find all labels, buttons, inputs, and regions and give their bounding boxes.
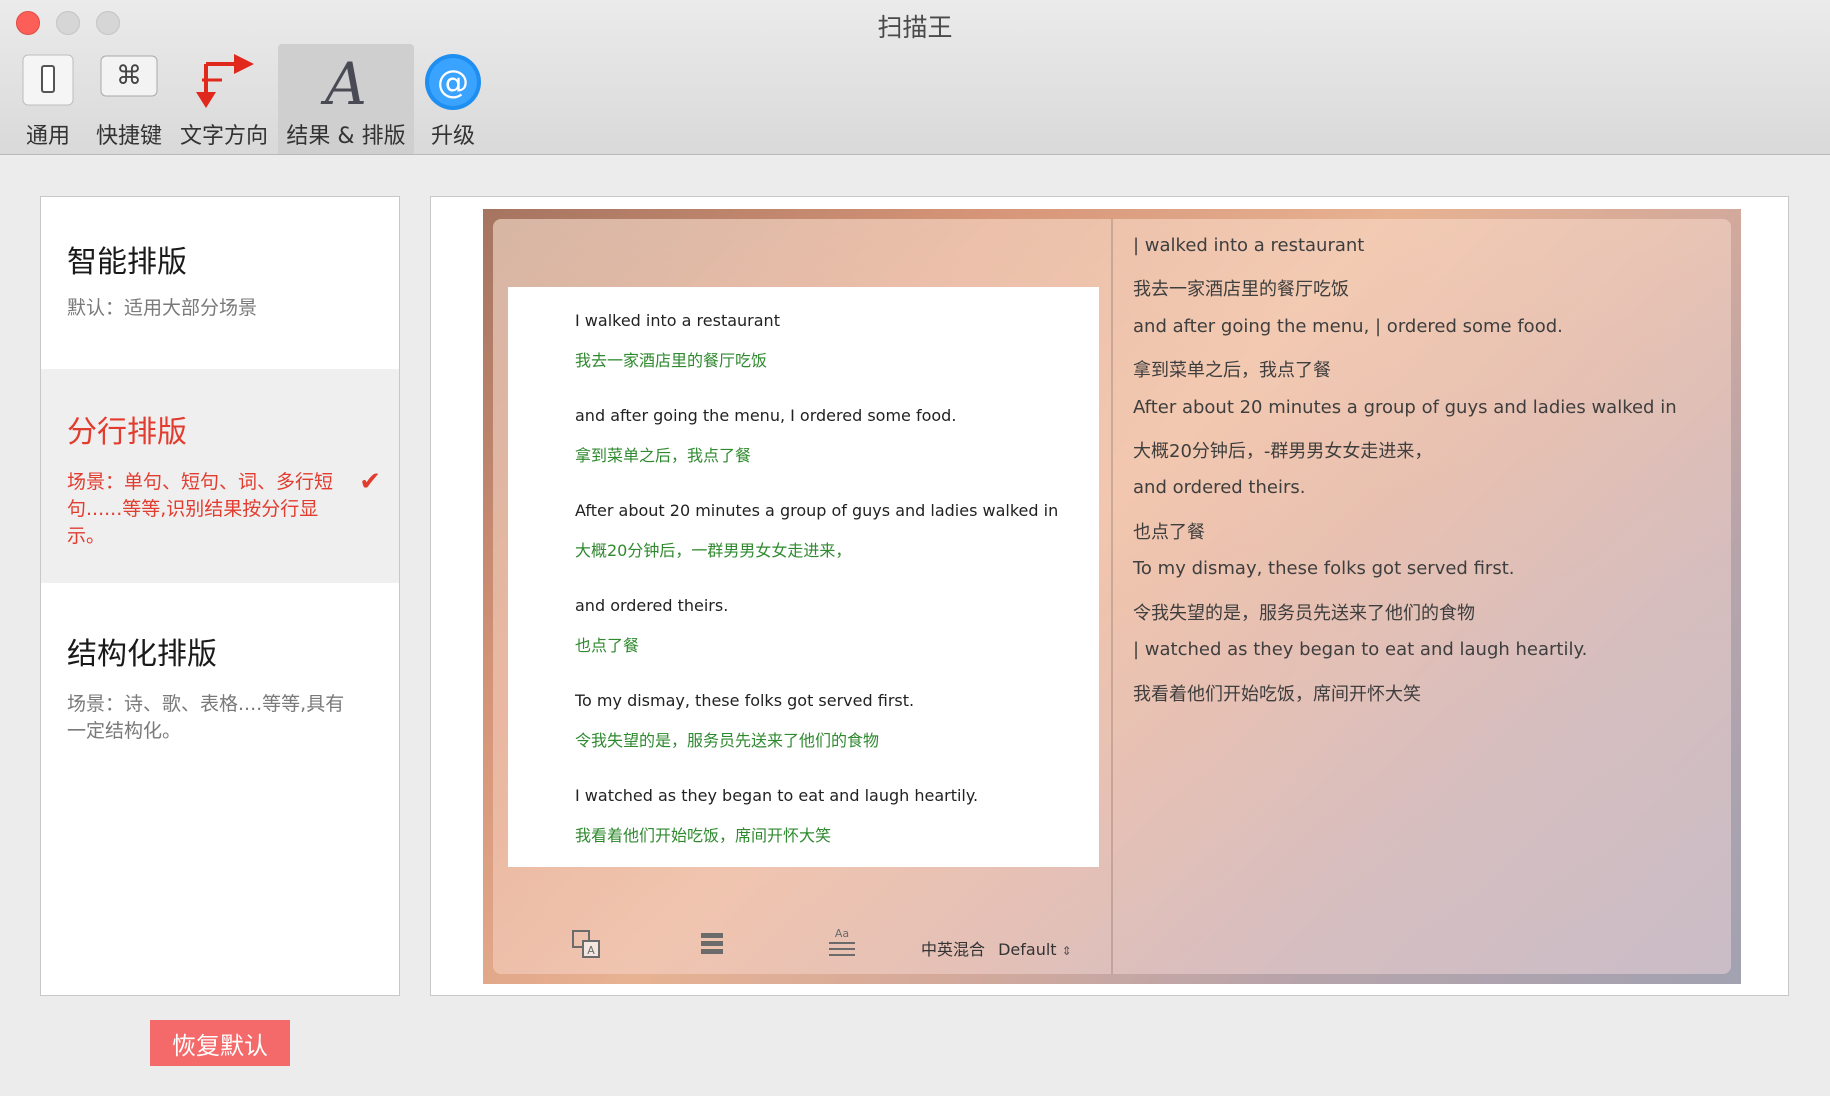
result-chinese: 大概20分钟后，一群男男女女走进来， bbox=[575, 541, 852, 560]
result-chinese: 拿到菜单之后，我点了餐 bbox=[575, 446, 752, 465]
source-line: To my dismay, these folks got served fir… bbox=[1133, 558, 1515, 579]
toolbar-item-general[interactable]: 通用 bbox=[15, 44, 81, 154]
source-line: 我看着他们开始吃饭，席间开怀大笑 bbox=[1133, 684, 1421, 705]
layout-option-desc: 场景：单句、短句、词、多行短句......等等,识别结果按分行显示。 bbox=[67, 471, 334, 547]
at-sign-icon: @ bbox=[423, 52, 483, 116]
layout-option-title: 智能排版 bbox=[67, 245, 187, 280]
svg-text:@: @ bbox=[437, 63, 469, 101]
toolbar-label: 通用 bbox=[25, 124, 70, 149]
source-line: 大概20分钟后，-群男男女女走进来， bbox=[1133, 441, 1433, 462]
chevron-updown-icon: ⇕ bbox=[1061, 944, 1072, 958]
language-mode-select[interactable]: 中英混合 Default ⇕ bbox=[921, 936, 1072, 960]
result-english: I watched as they began to eat and laugh… bbox=[575, 786, 979, 805]
layout-option-title: 分行排版 bbox=[67, 415, 187, 450]
toolbar-item-upgrade[interactable]: @ 升级 bbox=[420, 44, 486, 154]
result-pair: and ordered theirs. 也点了餐 bbox=[575, 596, 728, 656]
result-english: After about 20 minutes a group of guys a… bbox=[575, 501, 1059, 520]
ocr-result-card: I walked into a restaurant 我去一家酒店里的餐厅吃饭 … bbox=[508, 287, 1099, 867]
result-chinese: 也点了餐 bbox=[575, 636, 640, 655]
source-line: 我去一家酒店里的餐厅吃饭 bbox=[1133, 279, 1349, 300]
text-format-icon[interactable]: Aa bbox=[826, 925, 858, 966]
toolbar-label: 结果 & 排版 bbox=[286, 124, 406, 149]
result-chinese: 令我失望的是，服务员先送来了他们的食物 bbox=[575, 731, 880, 750]
layout-preview-panel: I walked into a restaurant 我去一家酒店里的餐厅吃饭 … bbox=[430, 196, 1789, 996]
layout-option-line-by-line[interactable]: 分行排版 场景：单句、短句、词、多行短句......等等,识别结果按分行显示。 … bbox=[41, 369, 399, 583]
svg-text:⌘: ⌘ bbox=[116, 61, 142, 91]
toolbar-item-shortcuts[interactable]: ⌘ 快捷键 bbox=[92, 44, 166, 154]
toolbar-label: 文字方向 bbox=[179, 124, 268, 149]
layout-option-title: 结构化排版 bbox=[67, 637, 217, 672]
source-line: | walked into a restaurant bbox=[1133, 235, 1365, 256]
toolbar-item-result-layout[interactable]: A 结果 & 排版 bbox=[278, 44, 414, 154]
language-mode-label: 中英混合 bbox=[921, 940, 986, 959]
result-english: and ordered theirs. bbox=[575, 596, 729, 615]
layout-mode-list: 智能排版 默认：适用大部分场景 分行排版 场景：单句、短句、词、多行短句....… bbox=[40, 196, 400, 996]
source-line: | watched as they began to eat and laugh… bbox=[1133, 639, 1588, 660]
result-pair: I walked into a restaurant 我去一家酒店里的餐厅吃饭 bbox=[575, 311, 780, 371]
source-line: and after going the menu, | ordered some… bbox=[1133, 316, 1563, 337]
preferences-window: 扫描王 通用 ⌘ 快捷键 文字方向 A 结果 & 排版 @ 升级 智能排版 默认… bbox=[0, 0, 1830, 1096]
translate-icon[interactable]: A bbox=[571, 929, 601, 966]
toolbar-item-text-direction[interactable]: 文字方向 bbox=[176, 44, 272, 154]
language-mode-value: Default bbox=[998, 940, 1057, 959]
result-pair: After about 20 minutes a group of guys a… bbox=[575, 501, 1058, 561]
layout-option-structured[interactable]: 结构化排版 场景：诗、歌、表格....等等,具有一定结构化。 bbox=[41, 585, 399, 785]
restore-defaults-button[interactable]: 恢复默认 bbox=[150, 1020, 290, 1066]
svg-text:A: A bbox=[320, 52, 367, 112]
result-chinese: 我看着他们开始吃饭，席间开怀大笑 bbox=[575, 826, 832, 845]
result-chinese: 我去一家酒店里的餐厅吃饭 bbox=[575, 351, 768, 370]
toolbar-label: 快捷键 bbox=[95, 124, 162, 149]
result-pair: To my dismay, these folks got served fir… bbox=[575, 691, 914, 751]
toolbar: 扫描王 通用 ⌘ 快捷键 文字方向 A 结果 & 排版 @ 升级 bbox=[0, 0, 1830, 155]
result-english: and after going the menu, I ordered some… bbox=[575, 406, 957, 425]
font-a-icon: A bbox=[316, 50, 376, 118]
checkmark-icon: ✔ bbox=[359, 467, 381, 497]
preview-divider bbox=[1111, 219, 1113, 974]
layout-option-smart[interactable]: 智能排版 默认：适用大部分场景 bbox=[41, 197, 399, 367]
command-key-icon: ⌘ bbox=[99, 52, 159, 108]
result-english: To my dismay, these folks got served fir… bbox=[575, 691, 915, 710]
window-title: 扫描王 bbox=[877, 13, 953, 42]
source-line: 拿到菜单之后，我点了餐 bbox=[1133, 360, 1331, 381]
preview-screenshot: I walked into a restaurant 我去一家酒店里的餐厅吃饭 … bbox=[483, 209, 1741, 984]
result-english: I walked into a restaurant bbox=[575, 311, 780, 330]
result-pair: I watched as they began to eat and laugh… bbox=[575, 786, 978, 846]
source-line: After about 20 minutes a group of guys a… bbox=[1133, 397, 1677, 418]
layout-option-desc: 默认：适用大部分场景 bbox=[67, 297, 258, 319]
layout-option-desc: 场景：诗、歌、表格....等等,具有一定结构化。 bbox=[67, 693, 345, 742]
svg-text:A: A bbox=[587, 944, 595, 957]
list-layout-icon[interactable] bbox=[698, 929, 726, 964]
source-line: 令我失望的是，服务员先送来了他们的食物 bbox=[1133, 603, 1475, 624]
source-line: and ordered theirs. bbox=[1133, 477, 1306, 498]
source-line: 也点了餐 bbox=[1133, 522, 1205, 543]
result-pair: and after going the menu, I ordered some… bbox=[575, 406, 956, 466]
phone-icon bbox=[20, 52, 76, 112]
svg-text:Aa: Aa bbox=[835, 927, 849, 940]
toolbar-label: 升级 bbox=[430, 124, 475, 149]
text-direction-arrows-icon bbox=[192, 52, 256, 116]
